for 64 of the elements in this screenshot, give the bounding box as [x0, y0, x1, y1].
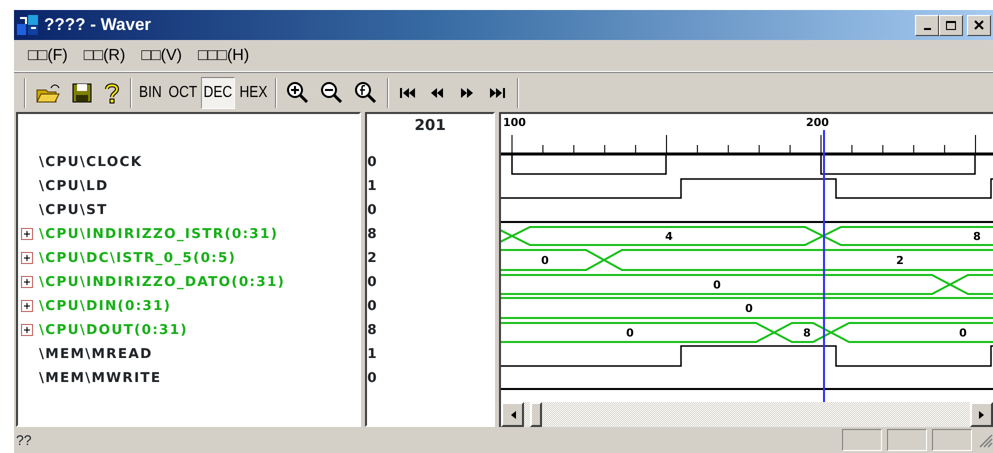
- left-arrow-icon: [508, 410, 516, 420]
- bus-value: 8: [973, 230, 981, 243]
- radix-button[interactable]: BIN: [136, 76, 164, 108]
- bus-value: 8: [803, 326, 811, 340]
- signal-value: 0: [367, 296, 378, 316]
- resize-grip-icon: [977, 432, 993, 448]
- expand-icon[interactable]: [21, 324, 33, 336]
- floppy-icon: [71, 82, 93, 104]
- time-label: 200: [806, 116, 829, 129]
- bus-value: 0: [745, 302, 753, 315]
- scroll-thumb[interactable]: [530, 402, 542, 427]
- signal-value: 0: [367, 272, 378, 292]
- maximize-button[interactable]: [939, 14, 963, 36]
- help-icon: [103, 80, 121, 104]
- close-button[interactable]: [967, 14, 991, 36]
- signal-name[interactable]: \CPU\LD: [39, 176, 109, 196]
- signal-value: 1: [367, 176, 378, 196]
- signal-name[interactable]: \MEM\MREAD: [39, 344, 153, 364]
- zoom-in-icon: [286, 80, 310, 104]
- status-pane: [932, 429, 972, 451]
- expand-icon[interactable]: [21, 300, 33, 312]
- menu-item[interactable]: □□(V): [133, 44, 190, 68]
- bus-value: 2: [896, 254, 904, 267]
- signal-value: 1: [367, 344, 378, 364]
- expand-icon[interactable]: [21, 276, 33, 288]
- menu-item[interactable]: □□□(H): [190, 44, 258, 68]
- expand-icon[interactable]: [21, 228, 33, 240]
- signal-name[interactable]: \MEM\MWRITE: [39, 368, 162, 388]
- zoom-out-icon: [320, 80, 344, 104]
- minimize-button[interactable]: [915, 14, 939, 36]
- cursor-time: 201: [414, 116, 446, 134]
- status-text: ??: [16, 430, 32, 450]
- radix-button[interactable]: OCT: [166, 76, 200, 108]
- bus-value: 4: [665, 230, 673, 243]
- folder-icon: [35, 82, 61, 104]
- menu-item[interactable]: □□(R): [76, 44, 134, 68]
- scroll-left-button[interactable]: [501, 402, 524, 427]
- app-icon: [16, 14, 40, 36]
- right-arrow-icon: [978, 410, 986, 420]
- minimize-icon: [924, 28, 930, 30]
- signal-value: 0: [367, 152, 378, 172]
- status-pane: [842, 429, 882, 451]
- signal-value: 8: [367, 224, 378, 244]
- radix-button[interactable]: HEX: [237, 76, 270, 108]
- window-title: ???? - Waver: [44, 14, 152, 36]
- signal-value: 0: [367, 200, 378, 220]
- signal-value: 8: [367, 320, 378, 340]
- expand-icon[interactable]: [21, 252, 33, 264]
- signal-value: 2: [367, 248, 378, 268]
- zoom-fit-icon: [354, 80, 378, 104]
- signal-value: 0: [367, 368, 378, 388]
- close-icon: [973, 20, 985, 30]
- menu-item[interactable]: □□(F): [20, 44, 76, 68]
- signal-name[interactable]: \CPU\ST: [39, 200, 108, 220]
- radix-button[interactable]: DEC: [201, 76, 236, 108]
- time-label: 100: [503, 116, 526, 129]
- bus-value: 0: [626, 326, 634, 340]
- maximize-icon: [945, 20, 957, 30]
- status-pane: [887, 429, 927, 451]
- bus-value: 0: [959, 326, 967, 340]
- scroll-right-button[interactable]: [970, 402, 993, 427]
- signal-name[interactable]: \CPU\CLOCK: [39, 152, 142, 172]
- bus-value: 0: [713, 278, 721, 292]
- bus-value: 0: [541, 254, 549, 267]
